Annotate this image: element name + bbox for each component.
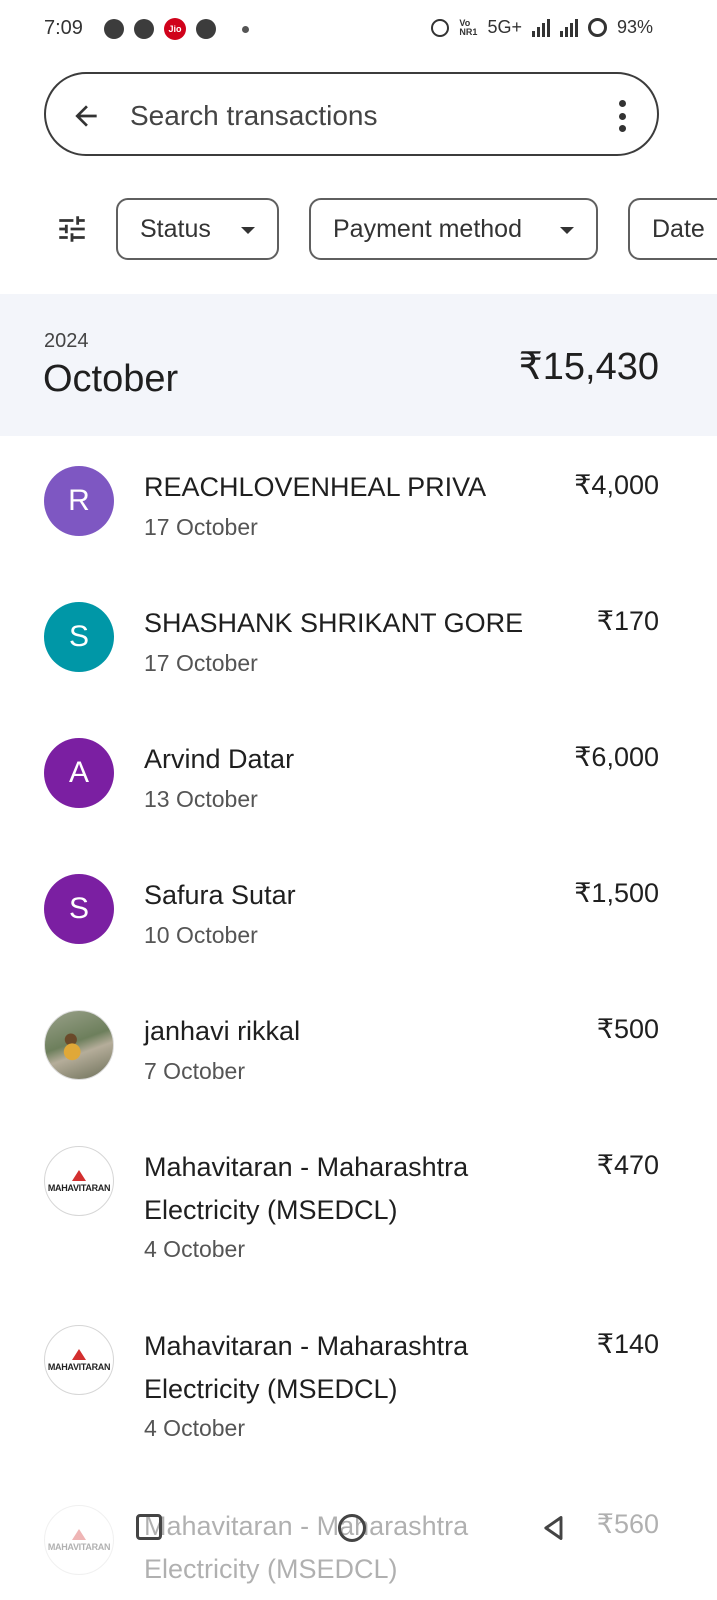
- status-filter-chip[interactable]: Status: [116, 198, 279, 260]
- system-icons: Vo NR1 5G+ 93%: [431, 17, 653, 38]
- filter-row: Status Payment method Date: [0, 198, 717, 260]
- transaction-name: Mahavitaran - Maharashtra Electricity (M…: [144, 1152, 469, 1225]
- lightning-logo-icon: [72, 1169, 86, 1181]
- transaction-row[interactable]: MAHAVITARAN Mahavitaran - Maharashtra El…: [0, 1325, 717, 1475]
- profile-photo-avatar: [44, 1010, 114, 1080]
- network-type: 5G+: [487, 17, 522, 37]
- transaction-amount: ₹470: [596, 1150, 659, 1180]
- month-total: ₹15,430: [518, 346, 659, 388]
- payment-method-filter-label: Payment method: [333, 214, 522, 243]
- alarm-icon: [431, 18, 450, 37]
- chevron-down-icon: [241, 227, 255, 234]
- transaction-date: 17 October: [144, 650, 258, 676]
- lightning-logo-icon: [72, 1348, 86, 1360]
- avatar: R: [44, 466, 114, 536]
- transaction-row[interactable]: R REACHLOVENHEAL PRIVA 17 October ₹4,000: [0, 466, 717, 576]
- status-time: 7:09: [44, 17, 83, 39]
- transaction-date: 4 October: [144, 1415, 245, 1441]
- whatsapp-icon: [134, 19, 154, 39]
- search-bar: [44, 72, 659, 156]
- recents-icon[interactable]: [136, 1514, 162, 1540]
- chevron-down-icon: [560, 227, 574, 234]
- search-input[interactable]: [130, 96, 570, 136]
- avatar: A: [44, 738, 114, 808]
- battery-icon: [587, 18, 607, 37]
- system-navigation-bar: [0, 1500, 717, 1560]
- month-section-header: 2024 October ₹15,430: [0, 294, 717, 436]
- transaction-amount: ₹4,000: [574, 470, 659, 500]
- notification-icons: Jio: [104, 18, 249, 40]
- transaction-amount: ₹140: [596, 1329, 659, 1359]
- logo-text: MAHAVITARAN: [47, 1361, 111, 1372]
- transaction-date: 4 October: [144, 1236, 245, 1262]
- transaction-date: 10 October: [144, 922, 258, 948]
- volte-icon: Vo NR1: [459, 17, 478, 37]
- mahavitaran-logo-avatar: MAHAVITARAN: [44, 1325, 114, 1395]
- mahavitaran-logo-avatar: MAHAVITARAN: [44, 1146, 114, 1216]
- avatar: S: [44, 874, 114, 944]
- tune-icon[interactable]: [54, 212, 90, 246]
- transaction-date: 7 October: [144, 1058, 245, 1084]
- logo-text: MAHAVITARAN: [47, 1182, 111, 1193]
- date-filter-label: Date: [652, 214, 705, 243]
- home-icon[interactable]: [338, 1514, 366, 1542]
- transaction-amount: ₹170: [596, 606, 659, 636]
- payment-method-filter-chip[interactable]: Payment method: [309, 198, 598, 260]
- transaction-name: SHASHANK SHRIKANT GORE: [144, 608, 524, 638]
- signal-icon: [531, 18, 550, 37]
- jio-icon: Jio: [164, 18, 186, 40]
- date-filter-chip[interactable]: Date: [628, 198, 717, 260]
- transaction-date: 13 October: [144, 786, 258, 812]
- section-month: October: [43, 358, 179, 400]
- transaction-row[interactable]: janhavi rikkal 7 October ₹500: [0, 1010, 717, 1120]
- status-bar: 7:09 Jio Vo NR1 5G+ 93%: [0, 0, 717, 58]
- back-triangle-icon[interactable]: [540, 1514, 568, 1542]
- battery-level: 93%: [616, 17, 653, 37]
- transaction-amount: ₹500: [596, 1014, 659, 1044]
- more-options-icon[interactable]: [617, 100, 627, 132]
- section-year: 2024: [44, 330, 89, 352]
- transaction-name: janhavi rikkal: [144, 1016, 301, 1046]
- status-filter-label: Status: [140, 214, 211, 243]
- transaction-amount: ₹6,000: [574, 742, 659, 772]
- transaction-row[interactable]: MAHAVITARAN Mahavitaran - Maharashtra El…: [0, 1146, 717, 1296]
- more-notifications-dot-icon: [242, 25, 249, 33]
- transaction-row[interactable]: A Arvind Datar 13 October ₹6,000: [0, 738, 717, 848]
- transaction-name: Safura Sutar: [144, 880, 296, 910]
- transaction-date: 17 October: [144, 514, 258, 540]
- transaction-row[interactable]: S SHASHANK SHRIKANT GORE 17 October ₹170: [0, 602, 717, 712]
- app-notification-icon: [196, 19, 216, 39]
- message-icon: [104, 19, 124, 39]
- transaction-name: Arvind Datar: [144, 744, 295, 774]
- transaction-row[interactable]: S Safura Sutar 10 October ₹1,500: [0, 874, 717, 984]
- transaction-name: REACHLOVENHEAL PRIVA: [144, 472, 487, 502]
- avatar: S: [44, 602, 114, 672]
- transaction-name: Mahavitaran - Maharashtra Electricity (M…: [144, 1331, 469, 1404]
- signal-2-icon: [559, 18, 578, 37]
- transaction-amount: ₹1,500: [574, 878, 659, 908]
- back-arrow-icon[interactable]: [70, 100, 102, 132]
